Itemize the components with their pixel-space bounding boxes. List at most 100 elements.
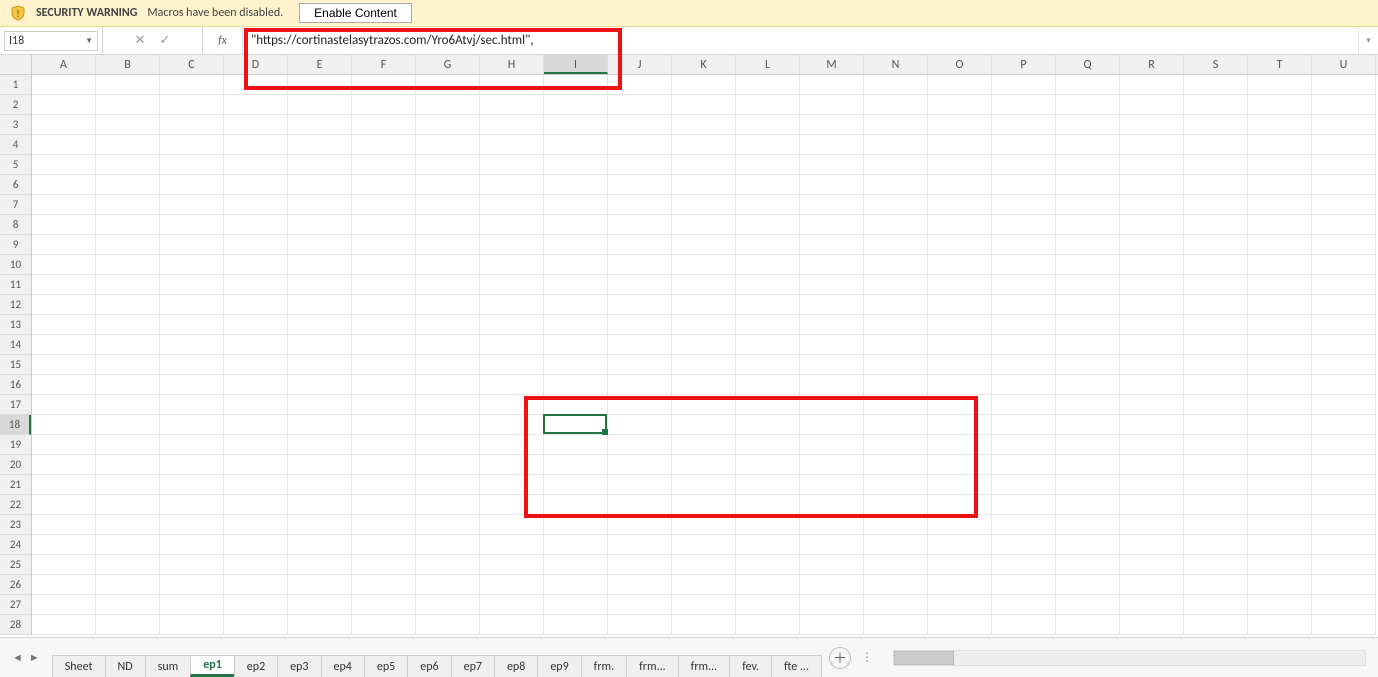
cell[interactable] bbox=[32, 195, 96, 215]
cell[interactable] bbox=[1120, 175, 1184, 195]
cell[interactable] bbox=[608, 295, 672, 315]
cell[interactable] bbox=[1120, 555, 1184, 575]
cell[interactable] bbox=[992, 175, 1056, 195]
cell[interactable] bbox=[800, 555, 864, 575]
cell[interactable] bbox=[352, 475, 416, 495]
cell[interactable] bbox=[96, 315, 160, 335]
cell[interactable] bbox=[608, 235, 672, 255]
cell[interactable] bbox=[480, 95, 544, 115]
cell[interactable] bbox=[352, 415, 416, 435]
cell[interactable] bbox=[160, 475, 224, 495]
cell[interactable] bbox=[480, 175, 544, 195]
cell[interactable] bbox=[352, 435, 416, 455]
cell[interactable] bbox=[352, 375, 416, 395]
cell[interactable] bbox=[416, 395, 480, 415]
cell[interactable] bbox=[416, 235, 480, 255]
cell[interactable] bbox=[352, 335, 416, 355]
cell[interactable] bbox=[32, 475, 96, 495]
cell[interactable] bbox=[1312, 555, 1376, 575]
cell[interactable] bbox=[1312, 475, 1376, 495]
cell[interactable] bbox=[224, 295, 288, 315]
sheet-tab[interactable]: fte ... bbox=[771, 655, 822, 677]
cell[interactable] bbox=[1120, 415, 1184, 435]
cell[interactable] bbox=[480, 295, 544, 315]
cell[interactable] bbox=[416, 495, 480, 515]
cell[interactable] bbox=[1120, 275, 1184, 295]
cell[interactable] bbox=[1184, 475, 1248, 495]
cell[interactable] bbox=[480, 315, 544, 335]
cell[interactable] bbox=[288, 555, 352, 575]
formula-input[interactable]: "https://cortinastelasytrazos.com/Yro6At… bbox=[243, 27, 1358, 54]
cell[interactable] bbox=[672, 215, 736, 235]
cell[interactable] bbox=[544, 175, 608, 195]
cell[interactable] bbox=[1056, 355, 1120, 375]
cell[interactable] bbox=[160, 495, 224, 515]
cell[interactable] bbox=[608, 355, 672, 375]
cell[interactable] bbox=[352, 255, 416, 275]
cell[interactable] bbox=[864, 75, 928, 95]
cell[interactable] bbox=[1120, 255, 1184, 275]
cell[interactable] bbox=[1248, 515, 1312, 535]
cell[interactable] bbox=[1312, 455, 1376, 475]
cell[interactable] bbox=[1312, 175, 1376, 195]
cell[interactable] bbox=[1248, 555, 1312, 575]
fx-label[interactable]: fx bbox=[203, 27, 243, 54]
cell[interactable] bbox=[352, 535, 416, 555]
cell[interactable] bbox=[672, 495, 736, 515]
cell[interactable] bbox=[608, 215, 672, 235]
cell[interactable] bbox=[736, 495, 800, 515]
sheet-tab[interactable]: frm... bbox=[626, 655, 679, 677]
cell[interactable] bbox=[608, 135, 672, 155]
cell[interactable] bbox=[544, 435, 608, 455]
cell[interactable] bbox=[96, 495, 160, 515]
cell[interactable] bbox=[672, 435, 736, 455]
cell[interactable] bbox=[416, 255, 480, 275]
cell[interactable] bbox=[1120, 375, 1184, 395]
cell[interactable] bbox=[736, 275, 800, 295]
cell[interactable] bbox=[224, 395, 288, 415]
cell[interactable] bbox=[416, 515, 480, 535]
cell[interactable] bbox=[480, 375, 544, 395]
cell[interactable] bbox=[288, 75, 352, 95]
cell[interactable] bbox=[96, 75, 160, 95]
cell[interactable] bbox=[352, 175, 416, 195]
cell[interactable] bbox=[96, 435, 160, 455]
cell[interactable] bbox=[1248, 375, 1312, 395]
cell[interactable] bbox=[1184, 515, 1248, 535]
cell[interactable] bbox=[1056, 115, 1120, 135]
cell[interactable] bbox=[1056, 195, 1120, 215]
cell[interactable] bbox=[1184, 395, 1248, 415]
cell[interactable] bbox=[1120, 495, 1184, 515]
cell[interactable] bbox=[864, 135, 928, 155]
cell[interactable] bbox=[416, 415, 480, 435]
cell[interactable] bbox=[96, 355, 160, 375]
cell[interactable] bbox=[928, 335, 992, 355]
cell[interactable] bbox=[224, 275, 288, 295]
cell[interactable] bbox=[160, 75, 224, 95]
cell[interactable] bbox=[32, 295, 96, 315]
cell[interactable] bbox=[1312, 95, 1376, 115]
cell[interactable] bbox=[1120, 155, 1184, 175]
cell[interactable] bbox=[928, 175, 992, 195]
cell[interactable] bbox=[32, 215, 96, 235]
cell[interactable] bbox=[800, 475, 864, 495]
cell[interactable] bbox=[1248, 155, 1312, 175]
column-header[interactable]: I bbox=[544, 55, 608, 74]
cell[interactable] bbox=[1312, 375, 1376, 395]
cell[interactable] bbox=[928, 435, 992, 455]
cell[interactable] bbox=[992, 595, 1056, 615]
cell[interactable] bbox=[288, 335, 352, 355]
cell[interactable] bbox=[1248, 535, 1312, 555]
cell[interactable] bbox=[288, 455, 352, 475]
cell[interactable] bbox=[672, 315, 736, 335]
cell[interactable] bbox=[32, 455, 96, 475]
cell[interactable] bbox=[1184, 615, 1248, 635]
cell[interactable] bbox=[1184, 455, 1248, 475]
cell[interactable] bbox=[1184, 435, 1248, 455]
sheet-tab[interactable]: ND bbox=[105, 655, 146, 677]
cell[interactable] bbox=[1056, 375, 1120, 395]
cell[interactable] bbox=[608, 155, 672, 175]
cell[interactable] bbox=[736, 255, 800, 275]
cell[interactable] bbox=[160, 415, 224, 435]
cell[interactable] bbox=[96, 255, 160, 275]
